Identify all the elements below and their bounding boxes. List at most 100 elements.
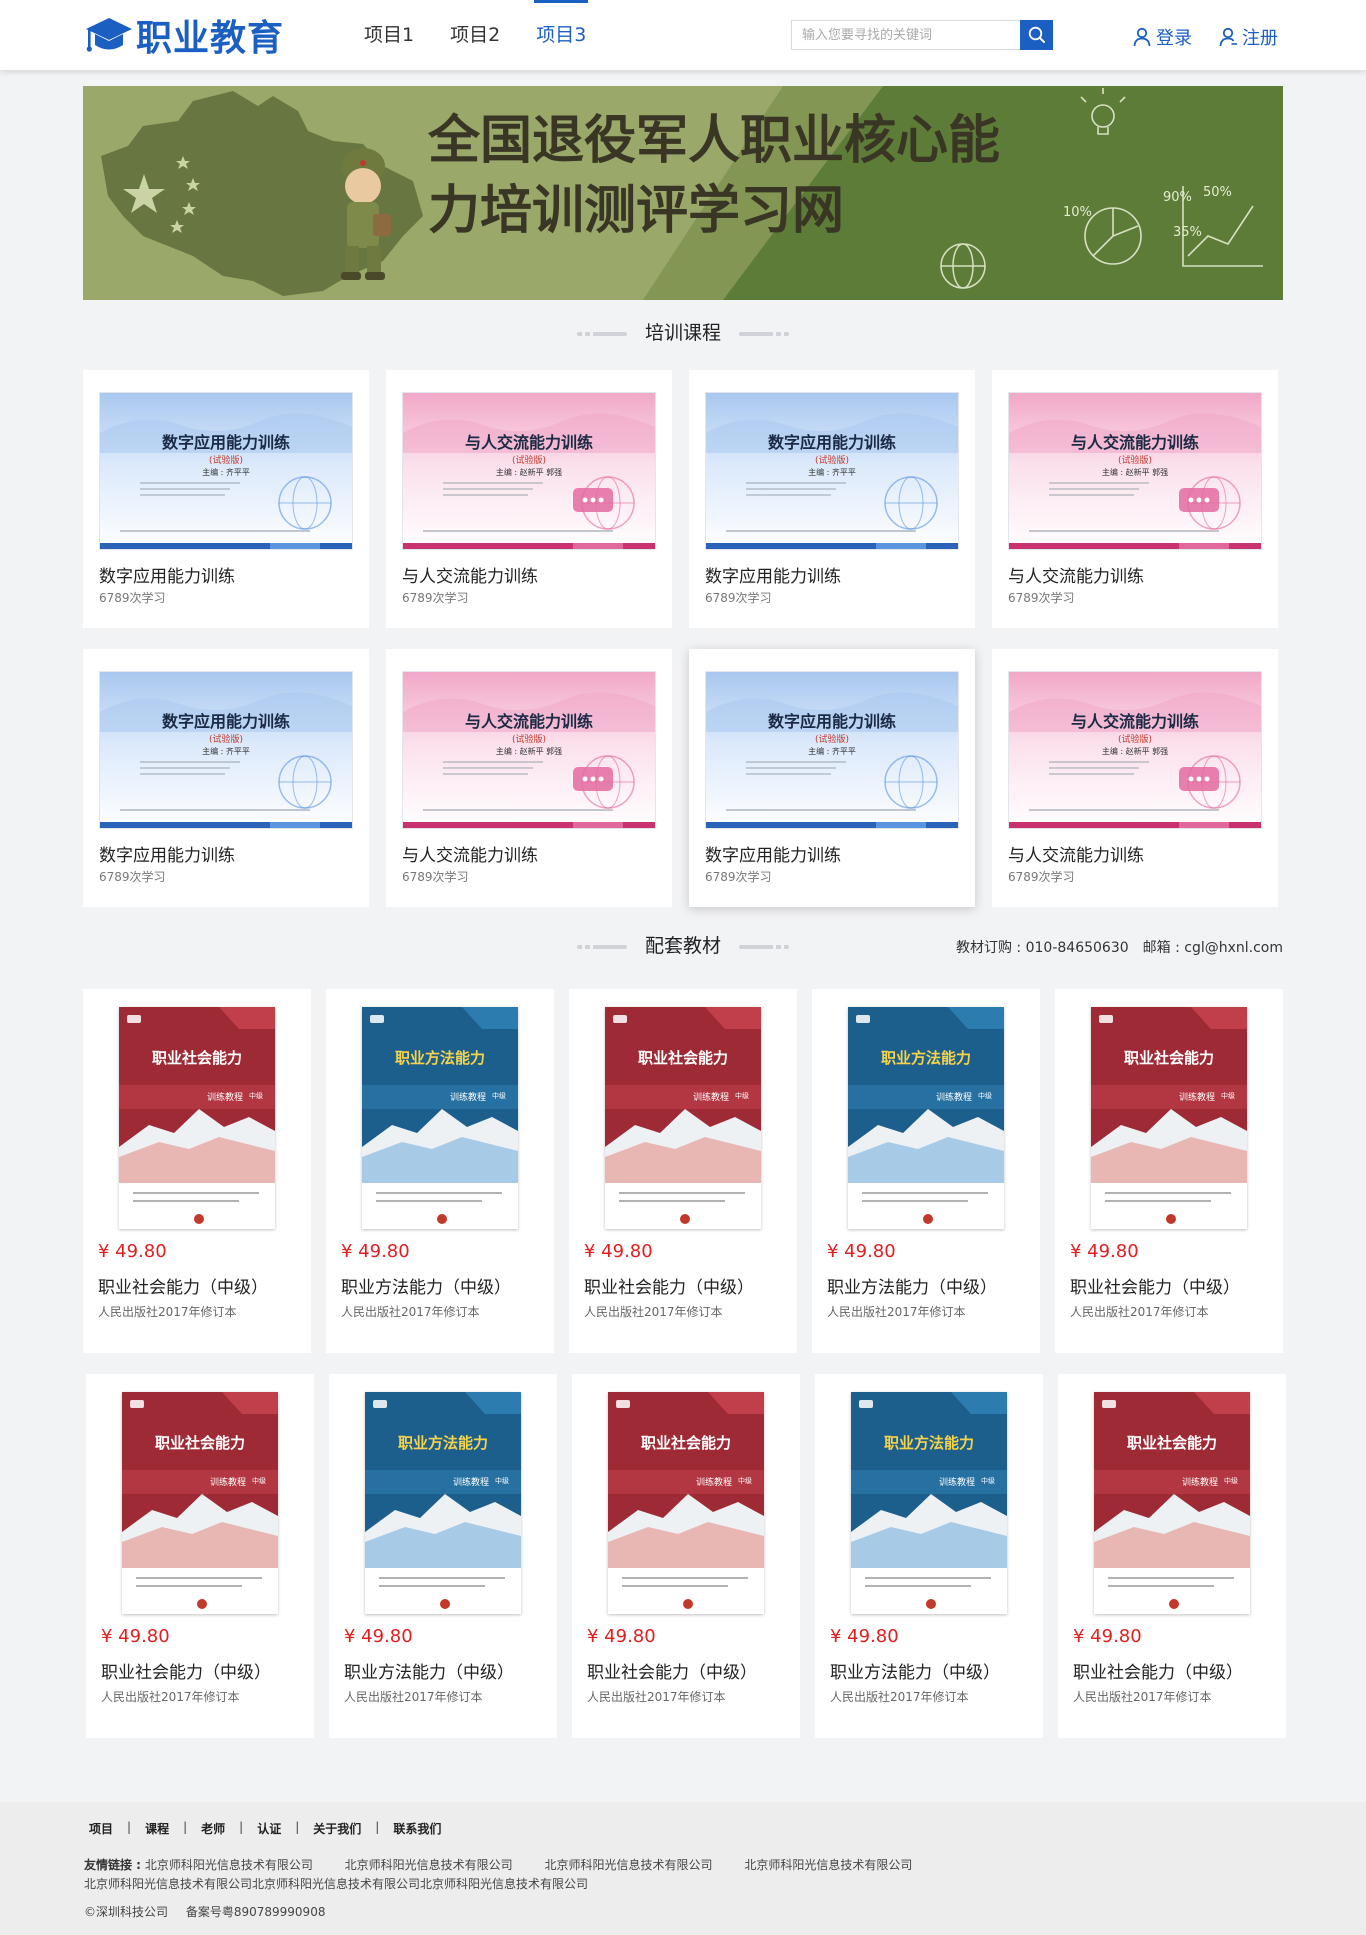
course-card[interactable]: 数字应用能力训练 (试验版) 主编 : 齐平平 数字应用能力训练 6789次学习: [689, 649, 975, 907]
course-card[interactable]: 与人交流能力训练 (试验版) 主编 : 赵新平 郭强 与人交流能力训练 6789…: [386, 370, 672, 628]
friendly-link[interactable]: 北京师科阳光信息技术有限公司: [145, 1858, 313, 1872]
course-card[interactable]: 数字应用能力训练 (试验版) 主编 : 齐平平 数字应用能力训练 6789次学习: [83, 649, 369, 907]
course-cover: 数字应用能力训练 (试验版) 主编 : 齐平平: [99, 392, 353, 550]
book-cover: 职业方法能力 训练教程 中级: [848, 1007, 1004, 1229]
book-card[interactable]: 职业社会能力 训练教程 中级 ¥ 49.80 职业社会能力（中级） 人民出版社2…: [1055, 989, 1283, 1353]
course-study-count: 6789次学习: [705, 870, 772, 884]
course-cover-title: 数字应用能力训练: [161, 433, 290, 452]
book-card[interactable]: 职业社会能力 训练教程 中级 ¥ 49.80 职业社会能力（中级） 人民出版社2…: [572, 1374, 800, 1738]
course-study-count: 6789次学习: [705, 591, 772, 605]
friendly-link[interactable]: 北京师科阳光信息技术有限公司: [545, 1858, 713, 1872]
course-cover-author: 主编 : 齐平平: [808, 468, 856, 477]
book-cover-title: 职业方法能力: [883, 1434, 974, 1452]
book-card[interactable]: 职业社会能力 训练教程 中级 ¥ 49.80 职业社会能力（中级） 人民出版社2…: [1058, 1374, 1286, 1738]
book-card[interactable]: 职业方法能力 训练教程 中级 ¥ 49.80 职业方法能力（中级） 人民出版社2…: [326, 989, 554, 1353]
course-cover-badge: (试验版): [1117, 456, 1153, 466]
book-price: ¥ 49.80: [584, 1241, 653, 1262]
order-contact: 教材订购 : 010-84650630 邮箱 : cgl@hxnl.com: [955, 940, 1283, 956]
course-cover-badge: (试验版): [814, 456, 850, 466]
graduation-cap-icon: [84, 14, 134, 56]
book-cover-level: 中级: [249, 1092, 263, 1100]
book-cover-subtitle: 训练教程: [1179, 1093, 1216, 1103]
course-card[interactable]: 与人交流能力训练 (试验版) 主编 : 赵新平 郭强 与人交流能力训练 6789…: [992, 370, 1278, 628]
course-study-count: 6789次学习: [402, 591, 469, 605]
book-card[interactable]: 职业方法能力 训练教程 中级 ¥ 49.80 职业方法能力（中级） 人民出版社2…: [815, 1374, 1043, 1738]
footer-link-contact[interactable]: 联系我们: [393, 1820, 441, 1837]
book-title: 职业方法能力（中级）: [830, 1663, 1000, 1683]
book-publisher: 人民出版社2017年修订本: [344, 1690, 483, 1704]
course-cover-badge: (试验版): [208, 735, 244, 745]
course-cover-title: 与人交流能力训练: [464, 433, 593, 452]
course-cover: 与人交流能力训练 (试验版) 主编 : 赵新平 郭强: [402, 671, 656, 829]
book-price: ¥ 49.80: [587, 1626, 656, 1647]
course-card[interactable]: 数字应用能力训练 (试验版) 主编 : 齐平平 数字应用能力训练 6789次学习: [689, 370, 975, 628]
book-publisher: 人民出版社2017年修订本: [587, 1690, 726, 1704]
user-icon: [1133, 27, 1151, 47]
footer-link-course[interactable]: 课程: [145, 1820, 169, 1837]
book-publisher: 人民出版社2017年修订本: [101, 1690, 240, 1704]
book-price: ¥ 49.80: [830, 1626, 899, 1647]
book-card[interactable]: 职业社会能力 训练教程 中级 ¥ 49.80 职业社会能力（中级） 人民出版社2…: [569, 989, 797, 1353]
friendly-link[interactable]: 北京师科阳光信息技术有限公司: [345, 1858, 513, 1872]
book-publisher: 人民出版社2017年修订本: [1070, 1305, 1209, 1319]
book-card[interactable]: 职业方法能力 训练教程 中级 ¥ 49.80 职业方法能力（中级） 人民出版社2…: [329, 1374, 557, 1738]
search-input[interactable]: [792, 21, 1020, 49]
site-logo[interactable]: 职业教育: [84, 14, 284, 59]
footer-divider: |: [239, 1820, 244, 1834]
nav-item-project-2[interactable]: 项目2: [450, 0, 500, 70]
footer-link-teacher[interactable]: 老师: [201, 1820, 225, 1837]
book-card[interactable]: 职业社会能力 训练教程 中级 ¥ 49.80 职业社会能力（中级） 人民出版社2…: [86, 1374, 314, 1738]
friendly-link[interactable]: 北京师科阳光信息技术有限公司: [420, 1877, 588, 1891]
course-cover: 与人交流能力训练 (试验版) 主编 : 赵新平 郭强: [402, 392, 656, 550]
nav-item-project-1[interactable]: 项目1: [364, 0, 414, 70]
course-title: 与人交流能力训练: [402, 846, 538, 866]
book-price: ¥ 49.80: [827, 1241, 896, 1262]
course-cover: 数字应用能力训练 (试验版) 主编 : 齐平平: [705, 392, 959, 550]
banner-chart-mark-2: 50%: [1203, 185, 1232, 200]
book-cover-level: 中级: [981, 1477, 995, 1485]
book-cover-title: 职业社会能力: [637, 1049, 728, 1067]
course-cover-title: 与人交流能力训练: [1070, 433, 1199, 452]
search-icon: [1028, 26, 1045, 43]
book-cover-level: 中级: [1221, 1092, 1235, 1100]
book-title: 职业方法能力（中级）: [344, 1663, 514, 1683]
course-cover-badge: (试验版): [511, 456, 547, 466]
book-title: 职业社会能力（中级）: [1070, 1278, 1240, 1298]
book-card[interactable]: 职业方法能力 训练教程 中级 ¥ 49.80 职业方法能力（中级） 人民出版社2…: [812, 989, 1040, 1353]
search-box: [791, 20, 1053, 50]
book-title: 职业社会能力（中级）: [587, 1663, 757, 1683]
book-publisher: 人民出版社2017年修订本: [830, 1690, 969, 1704]
search-button[interactable]: [1020, 20, 1053, 50]
friendly-link[interactable]: 北京师科阳光信息技术有限公司: [84, 1877, 252, 1891]
book-title: 职业社会能力（中级）: [101, 1663, 271, 1683]
course-cover-title: 数字应用能力训练: [767, 712, 896, 731]
friendly-link[interactable]: 北京师科阳光信息技术有限公司: [744, 1858, 912, 1872]
course-cover-badge: (试验版): [511, 735, 547, 745]
book-cover-subtitle: 训练教程: [450, 1093, 487, 1103]
book-title: 职业方法能力（中级）: [341, 1278, 511, 1298]
friendly-link[interactable]: 北京师科阳光信息技术有限公司: [252, 1877, 420, 1891]
book-cover-title: 职业社会能力: [1126, 1434, 1217, 1452]
nav-item-project-3[interactable]: 项目3: [534, 0, 589, 70]
book-cover-title: 职业方法能力: [397, 1434, 488, 1452]
book-cover: 职业社会能力 训练教程 中级: [119, 1007, 275, 1229]
login-link[interactable]: 登录: [1132, 24, 1192, 50]
footer-link-project[interactable]: 项目: [89, 1820, 113, 1837]
footer-link-about[interactable]: 关于我们: [313, 1820, 361, 1837]
book-card[interactable]: 职业社会能力 训练教程 中级 ¥ 49.80 职业社会能力（中级） 人民出版社2…: [83, 989, 311, 1353]
icp-number: 备案号粤890789990908: [185, 1905, 326, 1919]
course-card[interactable]: 与人交流能力训练 (试验版) 主编 : 赵新平 郭强 与人交流能力训练 6789…: [386, 649, 672, 907]
book-cover-subtitle: 训练教程: [453, 1478, 490, 1488]
book-cover: 职业方法能力 训练教程 中级: [365, 1392, 521, 1614]
footer-link-certification[interactable]: 认证: [257, 1820, 281, 1837]
course-study-count: 6789次学习: [1008, 591, 1075, 605]
book-price: ¥ 49.80: [1073, 1626, 1142, 1647]
hero-banner[interactable]: 全国退役军人职业核心能 力培训测评学习网 10% 50% 90% 35%: [83, 86, 1283, 300]
site-footer: 项目 | 课程 | 老师 | 认证 | 关于我们 | 联系我们 友情链接 : 北京师科阳光…: [0, 1802, 1366, 1935]
register-link[interactable]: 注册: [1218, 24, 1278, 50]
course-card[interactable]: 与人交流能力训练 (试验版) 主编 : 赵新平 郭强 与人交流能力训练 6789…: [992, 649, 1278, 907]
book-title: 职业社会能力（中级）: [584, 1278, 754, 1298]
course-card[interactable]: 数字应用能力训练 (试验版) 主编 : 齐平平 数字应用能力训练 6789次学习: [83, 370, 369, 628]
course-study-count: 6789次学习: [402, 870, 469, 884]
book-cover-level: 中级: [252, 1477, 266, 1485]
